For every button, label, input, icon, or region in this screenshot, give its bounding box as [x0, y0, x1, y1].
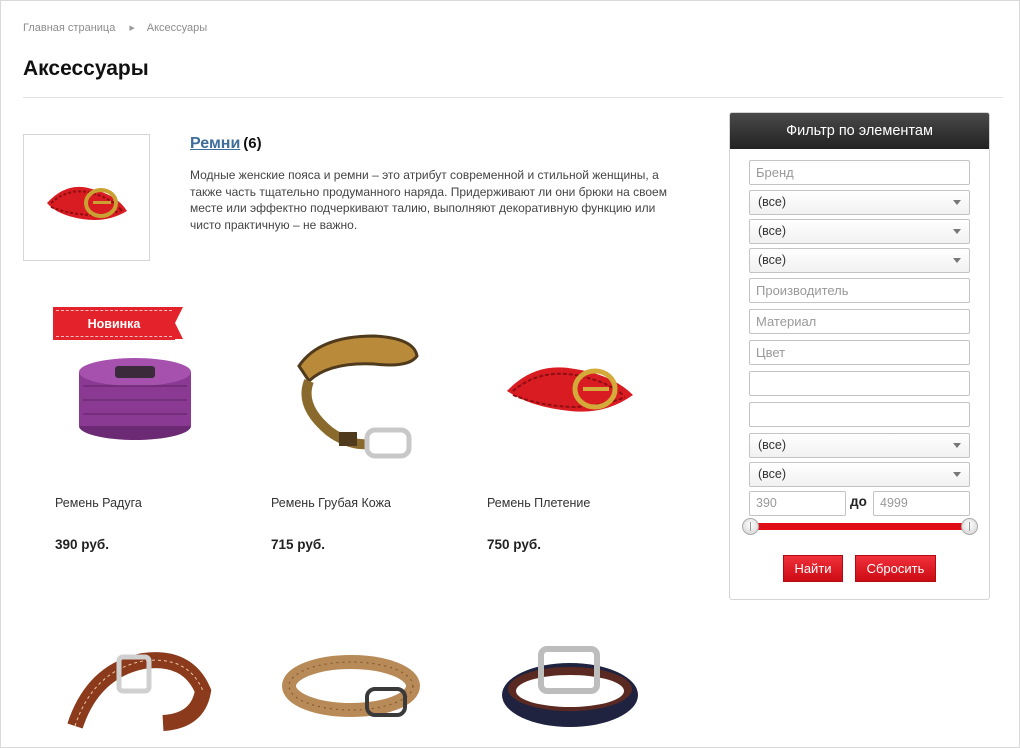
braided-red-belt-image	[46, 186, 127, 220]
dark-blue-belt-image	[502, 646, 638, 727]
reset-button[interactable]: Сбросить	[855, 555, 936, 582]
product-name[interactable]: Ремень Плетение	[487, 496, 590, 510]
select-value: (все)	[758, 253, 787, 267]
filter-select-3[interactable]: (все)	[749, 248, 970, 273]
product-price: 750 руб.	[487, 537, 541, 552]
price-range-separator: до	[850, 494, 867, 509]
product-price: 715 руб.	[271, 537, 325, 552]
maker-input[interactable]: Производитель	[749, 278, 970, 303]
breadcrumb: Главная страница ▶ Аксессуары	[23, 22, 207, 34]
dropdown-arrow-icon	[953, 443, 961, 448]
product-card[interactable]	[485, 631, 675, 741]
category-thumbnail[interactable]	[23, 134, 150, 261]
filter-select-2[interactable]: (все)	[749, 219, 970, 244]
brand-input[interactable]: Бренд	[749, 160, 970, 185]
color-input[interactable]: Цвет	[749, 340, 970, 365]
filter-select-1[interactable]: (все)	[749, 190, 970, 215]
dropdown-arrow-icon	[953, 229, 961, 234]
dropdown-arrow-icon	[953, 472, 961, 477]
dropdown-arrow-icon	[953, 258, 961, 263]
filter-select-4[interactable]: (все)	[749, 433, 970, 458]
product-image[interactable]	[485, 301, 655, 471]
price-to-input[interactable]: 4999	[873, 491, 970, 516]
product-name[interactable]: Ремень Грубая Кожа	[271, 496, 391, 510]
page-title: Аксессуары	[23, 57, 149, 80]
breadcrumb-home-link[interactable]: Главная страница	[23, 22, 115, 34]
price-slider-max-handle[interactable]	[961, 518, 978, 535]
category-link[interactable]: Ремни	[190, 135, 240, 152]
tan-leather-belt-image	[282, 655, 420, 717]
new-badge: Новинка	[53, 307, 175, 340]
select-value: (все)	[758, 224, 787, 238]
product-image[interactable]	[269, 631, 439, 741]
breadcrumb-current: Аксессуары	[146, 22, 208, 34]
filter-text-input-2[interactable]	[749, 402, 970, 427]
dropdown-arrow-icon	[953, 200, 961, 205]
brown-leather-belt-image	[297, 334, 419, 459]
product-price: 390 руб.	[55, 537, 109, 552]
product-card[interactable]: Ремень Грубая Кожа 715 руб.	[269, 301, 459, 552]
filter-title: Фильтр по элементам	[730, 113, 989, 149]
product-card[interactable]: Ремень Плетение 750 руб.	[485, 301, 675, 552]
category-heading: Ремни (6)	[190, 135, 262, 153]
price-slider-min-handle[interactable]	[742, 518, 759, 535]
product-image[interactable]	[269, 301, 439, 471]
filter-text-input-1[interactable]	[749, 371, 970, 396]
page: Главная страница ▶ Аксессуары Аксессуары…	[0, 0, 1020, 748]
category-description: Модные женские пояса и ремни – это атриб…	[190, 168, 667, 232]
new-badge-ribbon-tail	[175, 307, 183, 339]
price-slider-track[interactable]	[750, 523, 972, 530]
product-card[interactable]	[269, 631, 459, 741]
header-divider	[23, 97, 1003, 98]
product-image[interactable]	[485, 631, 655, 741]
breadcrumb-separator-icon: ▶	[129, 25, 135, 32]
brown-stitched-belt-image	[67, 652, 212, 731]
category-count: (6)	[243, 135, 262, 152]
filter-panel: Фильтр по элементам Бренд (все) (все) (в…	[729, 112, 990, 600]
braided-red-belt-image	[507, 367, 633, 412]
product-image[interactable]	[53, 631, 223, 741]
material-input[interactable]: Материал	[749, 309, 970, 334]
select-value: (все)	[758, 195, 787, 209]
find-button[interactable]: Найти	[783, 555, 843, 582]
filter-select-5[interactable]: (все)	[749, 462, 970, 487]
select-value: (все)	[758, 438, 787, 452]
price-from-input[interactable]: 390	[749, 491, 846, 516]
product-card[interactable]	[53, 631, 243, 741]
select-value: (все)	[758, 467, 787, 481]
product-name[interactable]: Ремень Радуга	[55, 496, 142, 510]
